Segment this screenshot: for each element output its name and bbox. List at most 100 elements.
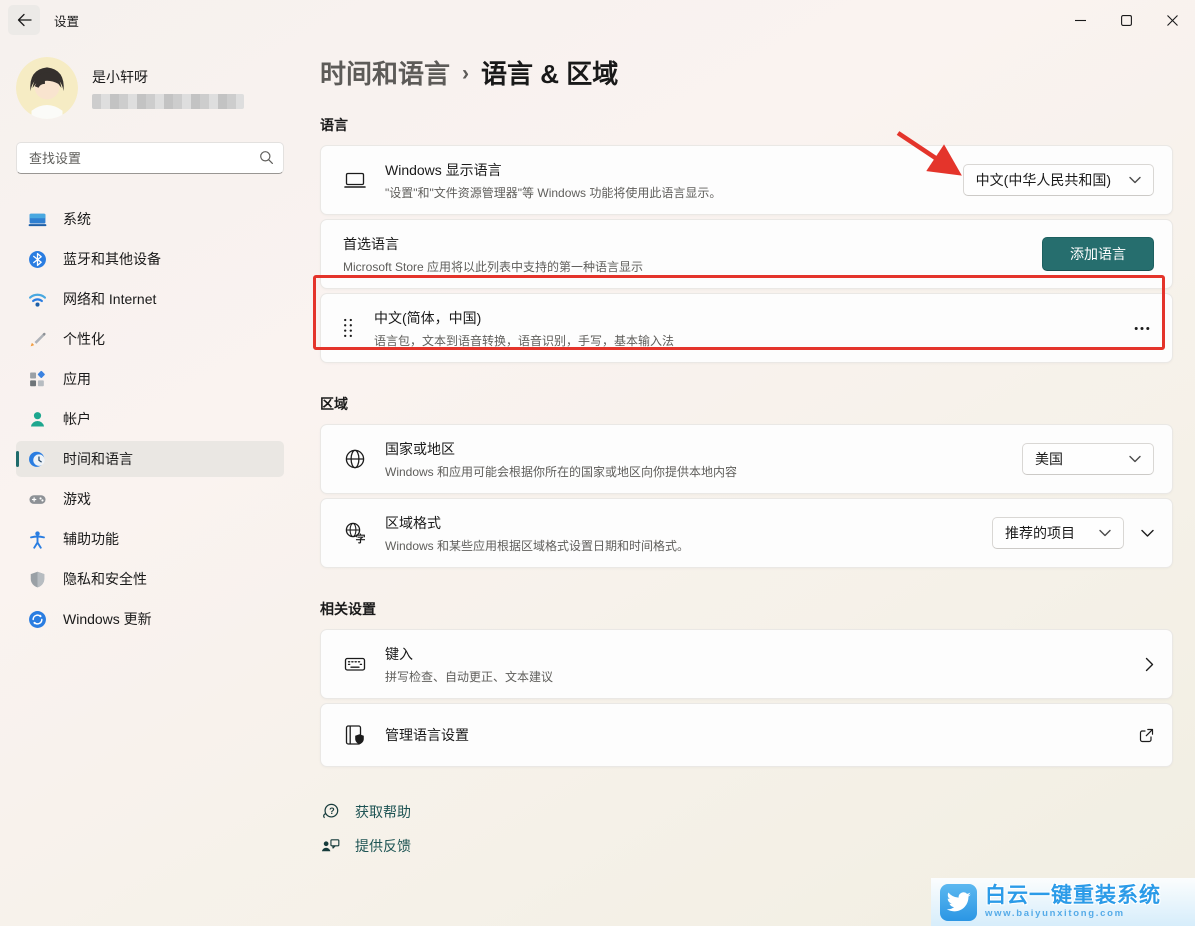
- help-question-icon: ?: [320, 801, 342, 822]
- chevron-right-icon: [1145, 657, 1154, 672]
- svg-text:字: 字: [356, 533, 366, 546]
- admin-language-title: 管理语言设置: [385, 725, 1127, 745]
- typing-card[interactable]: 键入 拼写检查、自动更正、文本建议: [320, 629, 1173, 699]
- sidebar-item-bluetooth-devices[interactable]: 蓝牙和其他设备: [16, 241, 284, 277]
- breadcrumb: 时间和语言 › 语言 & 区域: [320, 54, 1173, 91]
- back-button[interactable]: [8, 5, 40, 35]
- clock-icon: [28, 450, 47, 469]
- regional-format-value: 推荐的项目: [1005, 523, 1075, 543]
- feedback-label: 提供反馈: [355, 836, 411, 856]
- sidebar-item-label: 系统: [63, 209, 91, 229]
- sidebar-item-windows-update[interactable]: Windows 更新: [16, 601, 284, 637]
- maximize-icon: [1121, 15, 1132, 26]
- display-language-card: Windows 显示语言 "设置"和"文件资源管理器"等 Windows 功能将…: [320, 145, 1173, 215]
- system-icon: [28, 210, 47, 229]
- expand-card-button[interactable]: [1141, 529, 1154, 538]
- language-item-title: 中文(简体，中国): [374, 308, 1130, 328]
- search-icon: [259, 150, 274, 170]
- watermark-url: www.baiyunxitong.com: [985, 908, 1161, 919]
- country-region-dropdown[interactable]: 美国: [1022, 443, 1154, 475]
- breadcrumb-parent[interactable]: 时间和语言: [320, 54, 450, 91]
- language-admin-shield-icon: [343, 723, 370, 747]
- typing-title: 键入: [385, 644, 1133, 664]
- display-language-title: Windows 显示语言: [385, 160, 963, 180]
- sidebar-item-label: 帐户: [63, 409, 91, 429]
- svg-text:?: ?: [329, 806, 335, 816]
- get-help-link[interactable]: ? 获取帮助: [320, 801, 411, 822]
- more-options-button[interactable]: [1130, 320, 1154, 337]
- regional-format-card: 字 区域格式 Windows 和某些应用根据区域格式设置日期和时间格式。 推荐的…: [320, 498, 1173, 568]
- accessibility-person-icon: [28, 530, 47, 549]
- sidebar-item-label: 蓝牙和其他设备: [63, 249, 161, 269]
- sidebar-item-label: 游戏: [63, 489, 91, 509]
- sidebar-item-personalization[interactable]: 个性化: [16, 321, 284, 357]
- display-language-dropdown[interactable]: 中文(中华人民共和国): [963, 164, 1154, 196]
- breadcrumb-separator: ›: [462, 59, 469, 86]
- help-links: ? 获取帮助 提供反馈: [320, 801, 1173, 856]
- section-label-region: 区域: [320, 394, 1173, 414]
- sidebar-item-label: 辅助功能: [63, 529, 119, 549]
- chevron-down-icon: [1129, 455, 1141, 463]
- user-name: 是小轩呀: [92, 67, 244, 87]
- apps-icon: [28, 370, 47, 389]
- titlebar: 设置: [0, 0, 1195, 40]
- preferred-language-title: 首选语言: [343, 234, 1042, 254]
- sidebar-item-privacy-security[interactable]: 隐私和安全性: [16, 561, 284, 597]
- sidebar: 是小轩呀 系统 蓝牙和其他设备 网络和 Internet: [0, 40, 300, 856]
- watermark-title: 白云一键重装系统: [985, 885, 1161, 907]
- sidebar-item-gaming[interactable]: 游戏: [16, 481, 284, 517]
- country-region-value: 美国: [1035, 449, 1063, 469]
- search-box: [16, 142, 284, 174]
- avatar: [16, 57, 78, 119]
- chevron-down-icon: [1099, 529, 1111, 537]
- paintbrush-icon: [28, 330, 47, 349]
- sidebar-nav: 系统 蓝牙和其他设备 网络和 Internet 个性化 应用 帐户: [16, 201, 284, 637]
- feedback-icon: [320, 835, 342, 856]
- language-item-card[interactable]: 中文(简体，中国) 语言包，文本到语音转换，语音识别，手写，基本输入法: [320, 293, 1173, 363]
- sidebar-item-accessibility[interactable]: 辅助功能: [16, 521, 284, 557]
- user-email-redacted: [92, 94, 244, 109]
- sidebar-item-network[interactable]: 网络和 Internet: [16, 281, 284, 317]
- display-language-value: 中文(中华人民共和国): [976, 170, 1111, 190]
- back-arrow-icon: [17, 13, 32, 27]
- twitter-bird-icon: [940, 884, 977, 921]
- sidebar-item-label: 隐私和安全性: [63, 569, 147, 589]
- section-label-language: 语言: [320, 115, 1173, 135]
- regional-format-subtitle: Windows 和某些应用根据区域格式设置日期和时间格式。: [385, 537, 992, 554]
- section-label-related: 相关设置: [320, 599, 1173, 619]
- more-icon: [1134, 326, 1150, 331]
- person-icon: [28, 410, 47, 429]
- preferred-language-card: 首选语言 Microsoft Store 应用将以此列表中支持的第一种语言显示 …: [320, 219, 1173, 289]
- display-language-subtitle: "设置"和"文件资源管理器"等 Windows 功能将使用此语言显示。: [385, 184, 963, 201]
- maximize-button[interactable]: [1103, 0, 1149, 40]
- external-link-icon: [1139, 728, 1154, 743]
- country-region-card: 国家或地区 Windows 和应用可能会根据你所在的国家或地区向你提供本地内容 …: [320, 424, 1173, 494]
- display-icon: [343, 168, 370, 192]
- feedback-link[interactable]: 提供反馈: [320, 835, 411, 856]
- sidebar-item-system[interactable]: 系统: [16, 201, 284, 237]
- bluetooth-icon: [28, 250, 47, 269]
- chevron-down-icon: [1141, 529, 1154, 538]
- shield-icon: [28, 570, 47, 589]
- chevron-down-icon: [1129, 176, 1141, 184]
- sidebar-item-time-language[interactable]: 时间和语言: [16, 441, 284, 477]
- sidebar-item-apps[interactable]: 应用: [16, 361, 284, 397]
- drag-handle-icon[interactable]: [343, 317, 353, 339]
- regional-format-dropdown[interactable]: 推荐的项目: [992, 517, 1124, 549]
- close-button[interactable]: [1149, 0, 1195, 40]
- admin-language-card[interactable]: 管理语言设置: [320, 703, 1173, 767]
- country-region-subtitle: Windows 和应用可能会根据你所在的国家或地区向你提供本地内容: [385, 463, 1022, 480]
- keyboard-icon: [343, 652, 370, 676]
- get-help-label: 获取帮助: [355, 802, 411, 822]
- sidebar-item-accounts[interactable]: 帐户: [16, 401, 284, 437]
- add-language-button[interactable]: 添加语言: [1042, 237, 1154, 271]
- search-input[interactable]: [16, 142, 284, 174]
- page-title: 语言 & 区域: [481, 54, 618, 91]
- regional-format-title: 区域格式: [385, 513, 992, 533]
- user-profile[interactable]: 是小轩呀: [16, 50, 284, 126]
- preferred-language-subtitle: Microsoft Store 应用将以此列表中支持的第一种语言显示: [343, 258, 1042, 275]
- globe-icon: [343, 447, 370, 471]
- main-content: 时间和语言 › 语言 & 区域 语言 Windows 显示语言 "设置"和"文件…: [300, 40, 1195, 856]
- minimize-button[interactable]: [1057, 0, 1103, 40]
- sidebar-item-label: 应用: [63, 369, 91, 389]
